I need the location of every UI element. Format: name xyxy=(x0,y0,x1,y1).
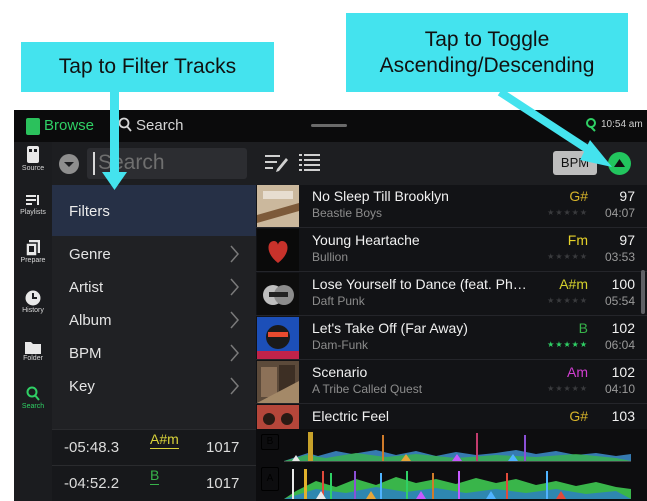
filter-arrow xyxy=(102,92,127,190)
callout-arrows xyxy=(102,88,612,190)
sort-arrow xyxy=(497,88,612,167)
